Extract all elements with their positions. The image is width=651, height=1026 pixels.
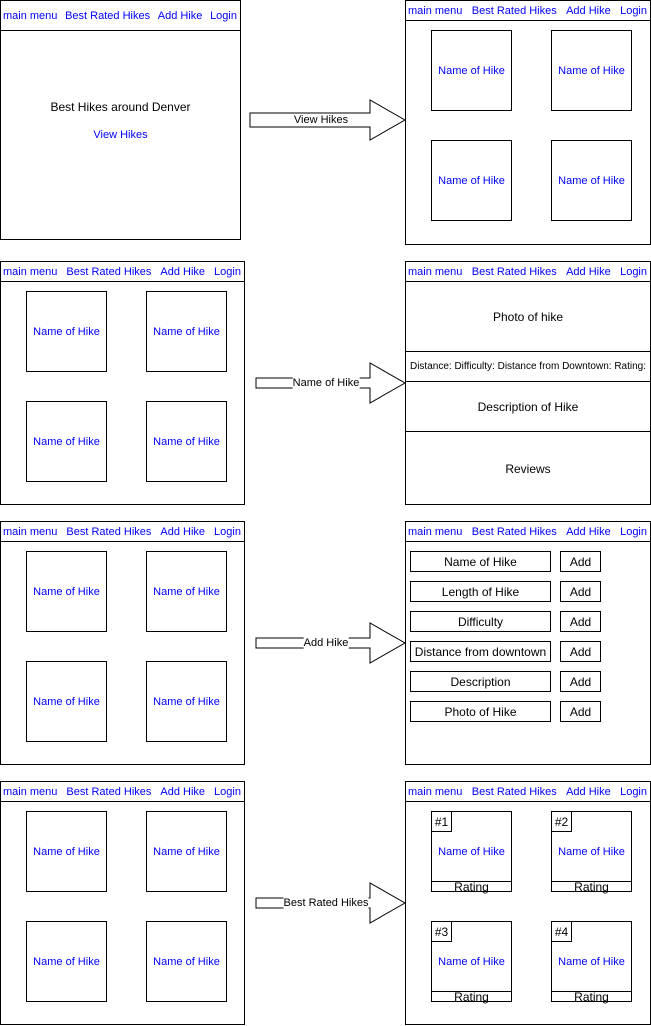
best-rated-frame: main menu Best Rated Hikes Add Hike Login Na… — [405, 781, 651, 1025]
hike-card[interactable]: Name of Hike #4 Rating — [551, 921, 632, 1003]
hike-name-link[interactable]: Name of Hike — [438, 846, 505, 858]
hike-card[interactable]: Name of Hike #3 Rating — [431, 921, 512, 1003]
arrow-label: Best Rated Hikes — [283, 897, 369, 909]
rank-badge: #4 — [551, 921, 572, 942]
hike-name-link[interactable]: Name of Hike — [558, 956, 625, 968]
hike-card[interactable]: Name of Hike #1 Rating — [431, 811, 512, 893]
nav-add-hike[interactable]: Add Hike — [566, 786, 611, 798]
rank-badge: #1 — [431, 811, 452, 832]
rating-label: Rating — [431, 991, 512, 1003]
rank-badge: #2 — [551, 811, 572, 832]
hike-name-link[interactable]: Name of Hike — [438, 956, 505, 968]
hike-name-link[interactable]: Name of Hike — [558, 846, 625, 858]
rating-label: Rating — [431, 881, 512, 893]
nav-main-menu[interactable]: main menu — [408, 786, 462, 798]
hike-card[interactable]: Name of Hike #2 Rating — [551, 811, 632, 893]
rating-label: Rating — [551, 991, 632, 1003]
nav-best-rated-hikes[interactable]: Best Rated Hikes — [472, 786, 557, 798]
rank-badge: #3 — [431, 921, 452, 942]
rating-label: Rating — [551, 881, 632, 893]
nav-login[interactable]: Login — [620, 786, 647, 798]
nav-bar: main menu Best Rated Hikes Add Hike Login — [406, 782, 650, 802]
